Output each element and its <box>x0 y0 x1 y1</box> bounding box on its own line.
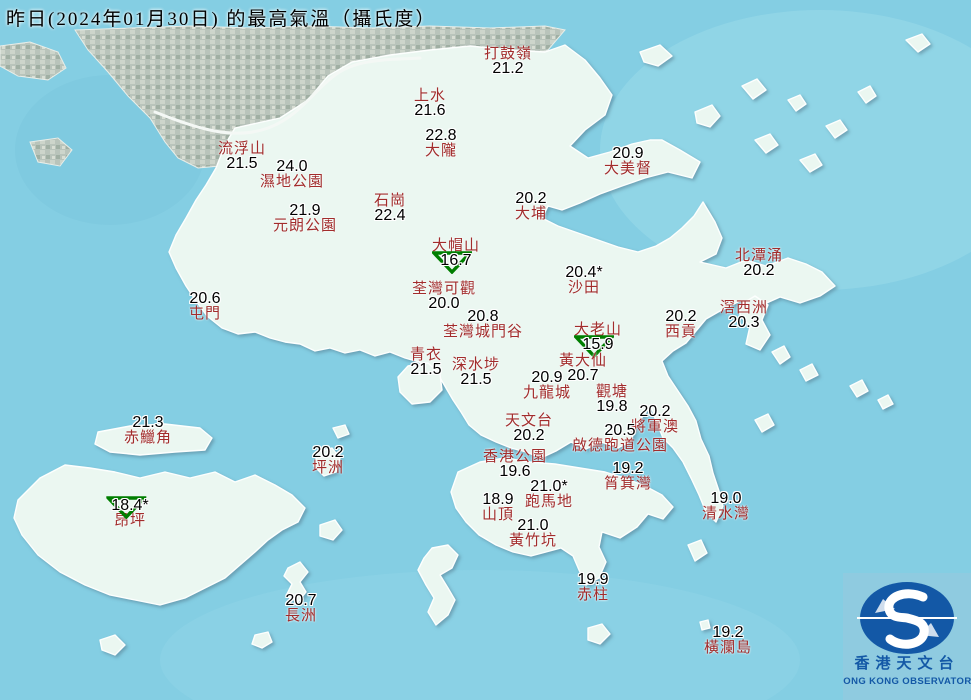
station-temperature: 21.6 <box>414 102 446 119</box>
station-29: 香港公園 19.6 <box>483 449 547 480</box>
station-20: 深水埗 21.5 <box>452 357 500 388</box>
station-name: 黃竹坑 <box>508 533 558 549</box>
station-temperature: 20.6 <box>189 290 221 307</box>
temperature-map-page: 昨日(2024年01月30日) 的最高氣溫（攝氏度） 打鼓嶺 21.2 上水 21.6… <box>0 0 971 700</box>
station-temperature: 19.2 <box>612 460 644 477</box>
station-11: 大帽山 16.7 <box>431 238 480 274</box>
hko-logo: 香港天文台 HONG KONG OBSERVATORY <box>843 573 971 700</box>
station-temperature: 21.5 <box>410 361 442 378</box>
station-temperature: 19.2 <box>712 624 744 641</box>
station-name: 赤柱 <box>576 587 610 603</box>
station-35: 21.0 黃竹坑 <box>508 517 558 550</box>
station-temperature: 19.9 <box>577 571 609 588</box>
station-1: 打鼓嶺 21.2 <box>484 46 532 77</box>
station-22: 20.9 九龍城 <box>522 369 572 402</box>
station-name: 濕地公園 <box>259 174 325 190</box>
station-temperature: 21.2 <box>492 60 524 77</box>
station-temperature: 21.5 <box>226 155 258 172</box>
station-name: 荃灣城門谷 <box>442 324 524 340</box>
station-temperature: 20.2 <box>513 427 545 444</box>
station-name: 赤鱲角 <box>123 430 173 446</box>
station-temperature: 20.9 <box>531 369 563 386</box>
station-31: 21.0* 跑馬地 <box>524 478 574 511</box>
station-temperature: 19.0 <box>710 490 742 507</box>
station-37: 20.7 長洲 <box>284 592 318 625</box>
station-27: 21.3 赤鱲角 <box>123 414 173 447</box>
station-name: 清水灣 <box>701 506 751 522</box>
station-name: 啟德跑道公園 <box>571 438 669 454</box>
logo-title-en: HONG KONG OBSERVATORY <box>843 676 971 687</box>
station-26: 天文台 20.2 <box>505 413 553 444</box>
station-temperature: 21.0* <box>530 478 568 495</box>
station-34: 19.0 清水灣 <box>701 490 751 523</box>
station-temperature: 20.7 <box>285 592 317 609</box>
station-temperature: 20.8 <box>467 308 499 325</box>
station-23: 觀塘 19.8 <box>596 384 628 415</box>
station-name: 坪洲 <box>311 460 345 476</box>
station-temperature: 20.2 <box>515 190 547 207</box>
station-3: 22.8 大隴 <box>424 127 458 160</box>
station-17: 20.2 西貢 <box>664 308 698 341</box>
station-28: 20.2 坪洲 <box>311 444 345 477</box>
station-25: 20.5 啟德跑道公園 <box>571 422 669 455</box>
station-temperature: 18.9 <box>482 491 514 508</box>
station-temperature: 20.2 <box>743 262 775 279</box>
station-temperature: 20.5 <box>604 422 636 439</box>
station-19: 青衣 21.5 <box>410 347 442 378</box>
station-temperature: 21.9 <box>289 202 321 219</box>
station-38: 19.2 橫瀾島 <box>703 624 753 657</box>
station-7: 石崗 22.4 <box>374 193 406 224</box>
station-18: 滘西洲 20.3 <box>720 300 768 331</box>
station-labels-layer: 打鼓嶺 21.2 上水 21.6 22.8 大隴 流浮山 21.5 24.0 濕地公園 21.9 元朗… <box>0 0 971 700</box>
station-15: 20.8 荃灣城門谷 <box>442 308 524 341</box>
station-name: 大美督 <box>603 161 653 177</box>
station-name: 跑馬地 <box>524 494 574 510</box>
station-name: 長洲 <box>284 608 318 624</box>
station-name: 大隴 <box>424 143 458 159</box>
station-12: 20.4* 沙田 <box>565 264 603 297</box>
station-30: 18.4* 昂坪 <box>106 496 149 529</box>
station-temperature: 24.0 <box>276 158 308 175</box>
station-14: 20.6 屯門 <box>188 290 222 323</box>
station-temperature: 19.8 <box>596 398 628 415</box>
station-33: 19.2 筲箕灣 <box>603 460 653 493</box>
station-temperature: 16.7 <box>431 251 480 274</box>
station-temperature: 18.4* <box>106 496 149 519</box>
station-10: 北潭涌 20.2 <box>735 248 783 279</box>
station-6: 21.9 元朗公園 <box>272 202 338 235</box>
station-temperature: 21.5 <box>460 371 492 388</box>
station-temperature: 21.3 <box>132 414 164 431</box>
station-name: 橫瀾島 <box>703 640 753 656</box>
station-temperature: 20.4* <box>565 264 603 281</box>
station-temperature: 20.9 <box>612 145 644 162</box>
station-36: 19.9 赤柱 <box>576 571 610 604</box>
station-5: 24.0 濕地公園 <box>259 158 325 191</box>
station-temperature: 20.2 <box>312 444 344 461</box>
station-name: 元朗公園 <box>272 218 338 234</box>
station-9: 20.2 大埔 <box>514 190 548 223</box>
station-temperature: 19.6 <box>499 463 531 480</box>
station-temperature: 22.8 <box>425 127 457 144</box>
station-name: 大埔 <box>514 206 548 222</box>
station-temperature: 15.9 <box>573 335 622 358</box>
station-temperature: 20.2 <box>639 403 671 420</box>
logo-title-zh: 香港天文台 <box>854 654 959 672</box>
station-name: 九龍城 <box>522 385 572 401</box>
station-16: 大老山 15.9 <box>573 322 622 358</box>
station-8: 20.9 大美督 <box>603 145 653 178</box>
station-2: 上水 21.6 <box>414 88 446 119</box>
station-4: 流浮山 21.5 <box>218 141 266 172</box>
station-name: 筲箕灣 <box>603 476 653 492</box>
station-name: 沙田 <box>567 280 600 296</box>
station-temperature: 22.4 <box>374 207 406 224</box>
station-temperature: 21.0 <box>517 517 549 534</box>
station-name: 屯門 <box>188 306 222 322</box>
station-temperature: 20.3 <box>728 314 760 331</box>
station-13: 荃灣可觀 20.0 <box>412 281 476 312</box>
station-temperature: 20.2 <box>665 308 697 325</box>
station-name: 西貢 <box>664 324 698 340</box>
